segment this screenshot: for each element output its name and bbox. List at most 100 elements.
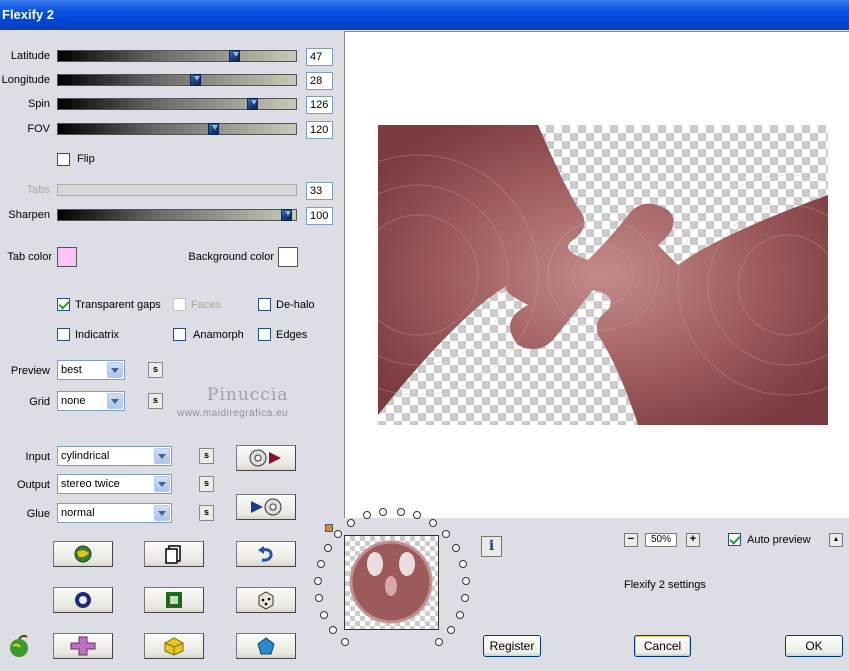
output-s-button[interactable]: s (199, 476, 214, 492)
slider-value-latitude[interactable]: 47 (306, 48, 333, 66)
settings-status: Flexify 2 settings (624, 579, 706, 591)
orbit-dot[interactable] (379, 508, 387, 516)
orbit-dot[interactable] (452, 544, 460, 552)
collapse-up-button[interactable]: ▲ (829, 533, 843, 547)
slider-value-tabs[interactable]: 33 (306, 182, 333, 200)
orbit-dot[interactable] (315, 594, 323, 602)
orbit-dot[interactable] (429, 519, 437, 527)
chevron-down-icon (107, 362, 123, 378)
orbit-dot[interactable] (347, 519, 355, 527)
cancel-button[interactable]: Cancel (634, 635, 691, 657)
output-label: Output (16, 479, 50, 491)
watermark-title: Pinuccia (207, 385, 289, 405)
ring-icon (75, 592, 91, 608)
orbit-dot[interactable] (317, 560, 325, 568)
orbit-dot[interactable] (329, 626, 337, 634)
auto-preview-checkbox[interactable] (728, 533, 741, 546)
orbit-dot[interactable] (363, 511, 371, 519)
anamorph-label: Anamorph (193, 329, 244, 341)
preview-image (378, 125, 828, 425)
transparent-gaps-checkbox[interactable] (57, 298, 70, 311)
orbit-dot[interactable] (462, 577, 470, 585)
input-s-button[interactable]: s (199, 448, 214, 464)
forward-convert-icon (249, 449, 281, 467)
orbit-dot[interactable] (456, 611, 464, 619)
dehalo-checkbox[interactable] (258, 298, 271, 311)
input-select[interactable]: cylindrical (57, 446, 172, 466)
orbit-handle[interactable] (325, 524, 333, 532)
slider-spin[interactable] (57, 98, 297, 110)
orbit-dot[interactable] (320, 611, 328, 619)
cube-button[interactable] (144, 633, 204, 659)
globe-icon (74, 545, 92, 563)
orbit-dot[interactable] (397, 508, 405, 516)
zoom-in-button[interactable]: + (686, 533, 700, 547)
orbit-dot[interactable] (413, 511, 421, 519)
chevron-down-icon (154, 476, 170, 492)
slider-label-latitude: Latitude (10, 50, 50, 62)
slider-label-sharpen: Sharpen (8, 209, 50, 221)
flip-label: Flip (77, 153, 95, 165)
ring-button[interactable] (53, 587, 113, 613)
slider-fov[interactable] (57, 123, 297, 135)
slider-thumb[interactable] (190, 74, 201, 86)
slider-thumb[interactable] (229, 50, 240, 62)
navigator-thumbnail[interactable] (344, 535, 439, 630)
orbit-dot[interactable] (314, 577, 322, 585)
square-button[interactable] (144, 587, 204, 613)
preview-s-button[interactable]: s (148, 362, 163, 378)
tab-color-swatch[interactable] (57, 247, 77, 267)
glue-value: normal (61, 507, 95, 519)
indicatrix-checkbox[interactable] (57, 328, 70, 341)
dice-button[interactable] (236, 587, 296, 613)
glue-select[interactable]: normal (57, 503, 172, 523)
forward-convert-button[interactable] (236, 445, 296, 471)
slider-thumb[interactable] (247, 98, 258, 110)
tab-color-label: Tab color (7, 251, 52, 263)
grid-s-button[interactable]: s (148, 393, 163, 409)
slider-value-spin[interactable]: 126 (306, 96, 333, 114)
orbit-dot[interactable] (461, 594, 469, 602)
grid-select[interactable]: none (57, 391, 125, 411)
slider-thumb[interactable] (208, 123, 219, 135)
slider-latitude[interactable] (57, 50, 297, 62)
backward-convert-button[interactable] (236, 494, 296, 520)
info-icon[interactable]: i (481, 536, 502, 557)
preview-select[interactable]: best (57, 360, 125, 380)
orbit-dot[interactable] (459, 560, 467, 568)
pentagon-icon (257, 637, 275, 655)
cross-button[interactable] (53, 633, 113, 659)
orbit-dot[interactable] (341, 638, 349, 646)
preview-canvas[interactable] (344, 31, 849, 518)
watermark-url: www.maidiregrafica.eu (177, 408, 289, 419)
slider-value-longitude[interactable]: 28 (306, 72, 333, 90)
orbit-dot[interactable] (435, 638, 443, 646)
orbit-dot[interactable] (447, 626, 455, 634)
pentagon-button[interactable] (236, 633, 296, 659)
zoom-out-button[interactable]: − (624, 533, 638, 547)
globe-button[interactable] (53, 541, 113, 567)
ok-button[interactable]: OK (785, 635, 843, 657)
copy-page-icon (165, 545, 181, 564)
cross-icon (70, 636, 96, 656)
slider-thumb[interactable] (281, 209, 292, 221)
undo-button[interactable] (236, 541, 296, 567)
register-button[interactable]: Register (483, 635, 541, 657)
slider-value-fov[interactable]: 120 (306, 121, 333, 139)
slider-value-sharpen[interactable]: 100 (306, 207, 333, 225)
slider-tabs (57, 184, 297, 196)
edges-checkbox[interactable] (258, 328, 271, 341)
output-select[interactable]: stereo twice (57, 474, 172, 494)
orbit-dot[interactable] (334, 530, 342, 538)
glue-s-button[interactable]: s (199, 505, 214, 521)
dehalo-label: De-halo (276, 299, 315, 311)
anamorph-checkbox[interactable] (173, 328, 186, 341)
copy-page-button[interactable] (144, 541, 204, 567)
slider-longitude[interactable] (57, 74, 297, 86)
flip-checkbox[interactable] (57, 153, 70, 166)
orbit-dot[interactable] (442, 530, 450, 538)
background-color-swatch[interactable] (278, 247, 298, 267)
square-icon (166, 592, 182, 608)
slider-sharpen[interactable] (57, 209, 297, 221)
orbit-dot[interactable] (324, 544, 332, 552)
